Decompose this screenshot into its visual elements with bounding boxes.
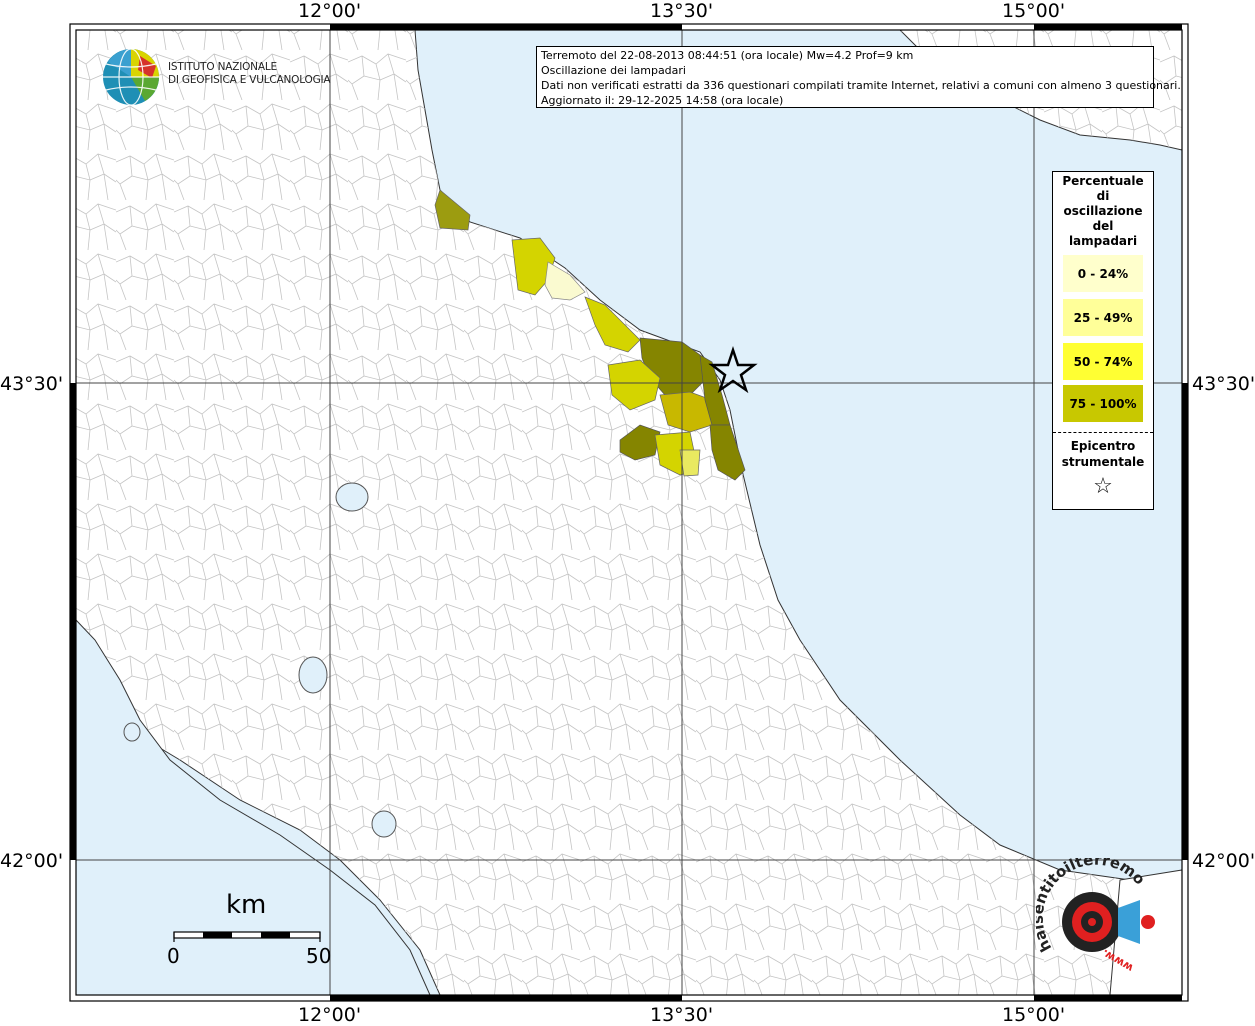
updated-at: Aggiornato il: 29-12-2025 14:58 (ora loc… xyxy=(541,94,784,107)
legend-title-line: del xyxy=(1092,219,1114,233)
event-title: Terremoto del 22-08-2013 08:44:51 (ora l… xyxy=(541,49,914,62)
legend-item-50-74: 50 - 74% xyxy=(1063,343,1143,380)
legend-title: Percentuale di oscillazione del lampadar… xyxy=(1053,172,1153,249)
lake-bracciano xyxy=(371,810,397,838)
bottom-label-12: 12°00' xyxy=(298,1004,362,1026)
lake-trasimeno xyxy=(335,482,369,512)
left-label-43-30: 43°30' xyxy=(0,373,64,395)
legend-title-line: Percentuale xyxy=(1062,174,1144,188)
right-label-42: 42°00' xyxy=(1192,850,1255,872)
legend-item-0-24: 0 - 24% xyxy=(1063,255,1143,292)
watermark-www: www. xyxy=(1100,946,1136,974)
legend-epicenter-line: Epicentro xyxy=(1070,439,1136,453)
top-label-13-30: 13°30' xyxy=(650,0,714,22)
bottom-label-13-30: 13°30' xyxy=(650,1004,714,1026)
legend-title-line: di xyxy=(1096,189,1110,203)
ingv-name: ISTITUTO NAZIONALE DI GEOFISICA E VULCAN… xyxy=(168,61,331,87)
legend-title-line: lampadari xyxy=(1068,234,1138,248)
bottom-label-15: 15°00' xyxy=(1002,1004,1066,1026)
map-subject: Oscillazione dei lampadari xyxy=(541,64,686,77)
legend-epicenter-star-icon: ☆ xyxy=(1093,474,1113,499)
left-label-42: 42°00' xyxy=(0,850,64,872)
legend-title-line: oscillazione xyxy=(1063,204,1143,218)
scale-min: 0 xyxy=(167,944,180,968)
legend-item-75-100: 75 - 100% xyxy=(1063,385,1143,422)
ingv-name-line2: DI GEOFISICA E VULCANOLOGIA xyxy=(168,74,331,86)
legend: Percentuale di oscillazione del lampadar… xyxy=(1052,171,1154,510)
legend-epicenter-line: strumentale xyxy=(1061,455,1145,469)
legend-item-25-49: 25 - 49% xyxy=(1063,299,1143,336)
lake-vico xyxy=(123,722,141,742)
event-info-box: Terremoto del 22-08-2013 08:44:51 (ora l… xyxy=(536,46,1181,108)
right-label-43-30: 43°30' xyxy=(1192,373,1255,395)
top-label-12: 12°00' xyxy=(298,0,362,22)
top-label-15: 15°00' xyxy=(1002,0,1066,22)
legend-epicenter: Epicentro strumentale xyxy=(1053,433,1153,470)
data-note: Dati non verificati estratti da 336 ques… xyxy=(541,79,1181,92)
lake-bolsena xyxy=(298,656,328,694)
hai-sentito-logo: haisentitoilterremoto.it www. xyxy=(1036,858,1155,975)
ingv-name-line1: ISTITUTO NAZIONALE xyxy=(168,61,277,73)
scale-max: 50 xyxy=(306,944,332,968)
